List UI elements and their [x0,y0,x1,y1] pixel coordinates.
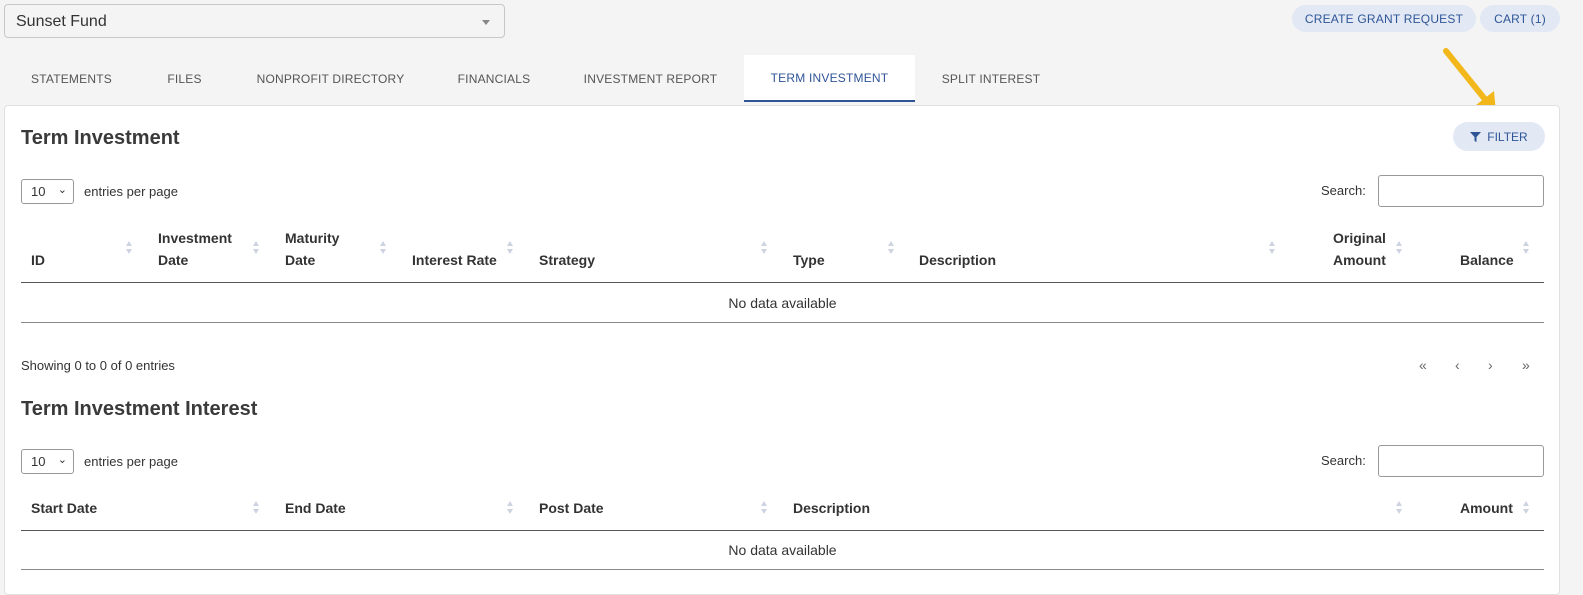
col-description[interactable]: Description [919,249,996,271]
chevron-down-icon: ⌄ [57,184,67,196]
sort-icon [1269,241,1276,255]
col-maturity-date-line1[interactable]: Maturity [285,227,339,249]
sort-icon [761,501,768,515]
caret-down-icon [482,20,490,25]
showing-entries: Showing 0 to 0 of 0 entries [21,358,175,373]
sort-icon [1396,241,1403,255]
tab-files[interactable]: FILES [138,55,231,102]
search-input[interactable] [1378,175,1544,207]
filter-button[interactable]: FILTER [1453,122,1545,151]
sort-icon [761,241,768,255]
entries-label: entries per page [84,454,178,469]
entries-value: 10 [31,454,46,469]
col-balance[interactable]: Balance [1460,249,1514,271]
fund-selector[interactable]: Sunset Fund [4,4,505,38]
search-input-interest[interactable] [1378,445,1544,477]
sort-icon [1523,501,1530,515]
col-original-amount-line1[interactable]: Original [1333,227,1386,249]
term-investment-interest-title: Term Investment Interest [21,398,258,420]
content-card: Term Investment FILTER 10 ⌄ entries per … [4,105,1560,595]
col-amount[interactable]: Amount [1460,497,1513,519]
col-type[interactable]: Type [793,249,825,271]
tab-investment-report[interactable]: INVESTMENT REPORT [558,55,743,102]
pager-next-button[interactable]: › [1488,357,1493,373]
entries-label: entries per page [84,184,178,199]
sort-icon [1523,241,1530,255]
no-data-message: No data available [728,542,837,558]
entries-value: 10 [31,184,46,199]
sort-icon [507,501,514,515]
no-data-message: No data available [728,295,837,311]
sort-icon [1396,501,1403,515]
col-maturity-date-line2[interactable]: Date [285,249,315,271]
pager-last-button[interactable]: » [1522,357,1530,373]
filter-label: FILTER [1487,129,1528,144]
sort-icon [888,241,895,255]
sort-icon [380,241,387,255]
tab-term-investment[interactable]: TERM INVESTMENT [744,55,915,102]
tab-nonprofit-directory[interactable]: NONPROFIT DIRECTORY [231,55,430,102]
col-strategy[interactable]: Strategy [539,249,595,271]
col-start-date[interactable]: Start Date [31,497,97,519]
table-divider [21,282,1544,283]
term-investment-title: Term Investment [21,127,180,149]
search-label: Search: [1321,453,1366,468]
fund-selector-value: Sunset Fund [16,13,107,30]
create-grant-request-button[interactable]: CREATE GRANT REQUEST [1292,5,1476,32]
tab-statements[interactable]: STATEMENTS [5,55,138,102]
table-divider [21,322,1544,323]
pager-first-button[interactable]: « [1419,357,1427,373]
table-divider [21,569,1544,570]
chevron-down-icon: ⌄ [57,454,67,466]
entries-per-page-select-interest[interactable]: 10 ⌄ [21,449,74,474]
sort-icon [253,241,260,255]
col-id[interactable]: ID [31,249,45,271]
sort-icon [126,241,133,255]
search-label: Search: [1321,183,1366,198]
sort-icon [507,241,514,255]
col-investment-date-line2[interactable]: Date [158,249,188,271]
table-divider [21,530,1544,531]
cart-button[interactable]: CART (1) [1480,5,1560,32]
col-original-amount-line2[interactable]: Amount [1333,249,1386,271]
tab-financials[interactable]: FINANCIALS [430,55,558,102]
tab-split-interest[interactable]: SPLIT INTEREST [915,55,1067,102]
col-end-date[interactable]: End Date [285,497,346,519]
col-investment-date-line1[interactable]: Investment [158,227,232,249]
col-interest-rate[interactable]: Interest Rate [412,249,497,271]
pager-prev-button[interactable]: ‹ [1455,357,1460,373]
entries-per-page-select[interactable]: 10 ⌄ [21,179,74,204]
sort-icon [253,501,260,515]
col-description[interactable]: Description [793,497,870,519]
filter-icon [1470,131,1482,142]
col-post-date[interactable]: Post Date [539,497,604,519]
